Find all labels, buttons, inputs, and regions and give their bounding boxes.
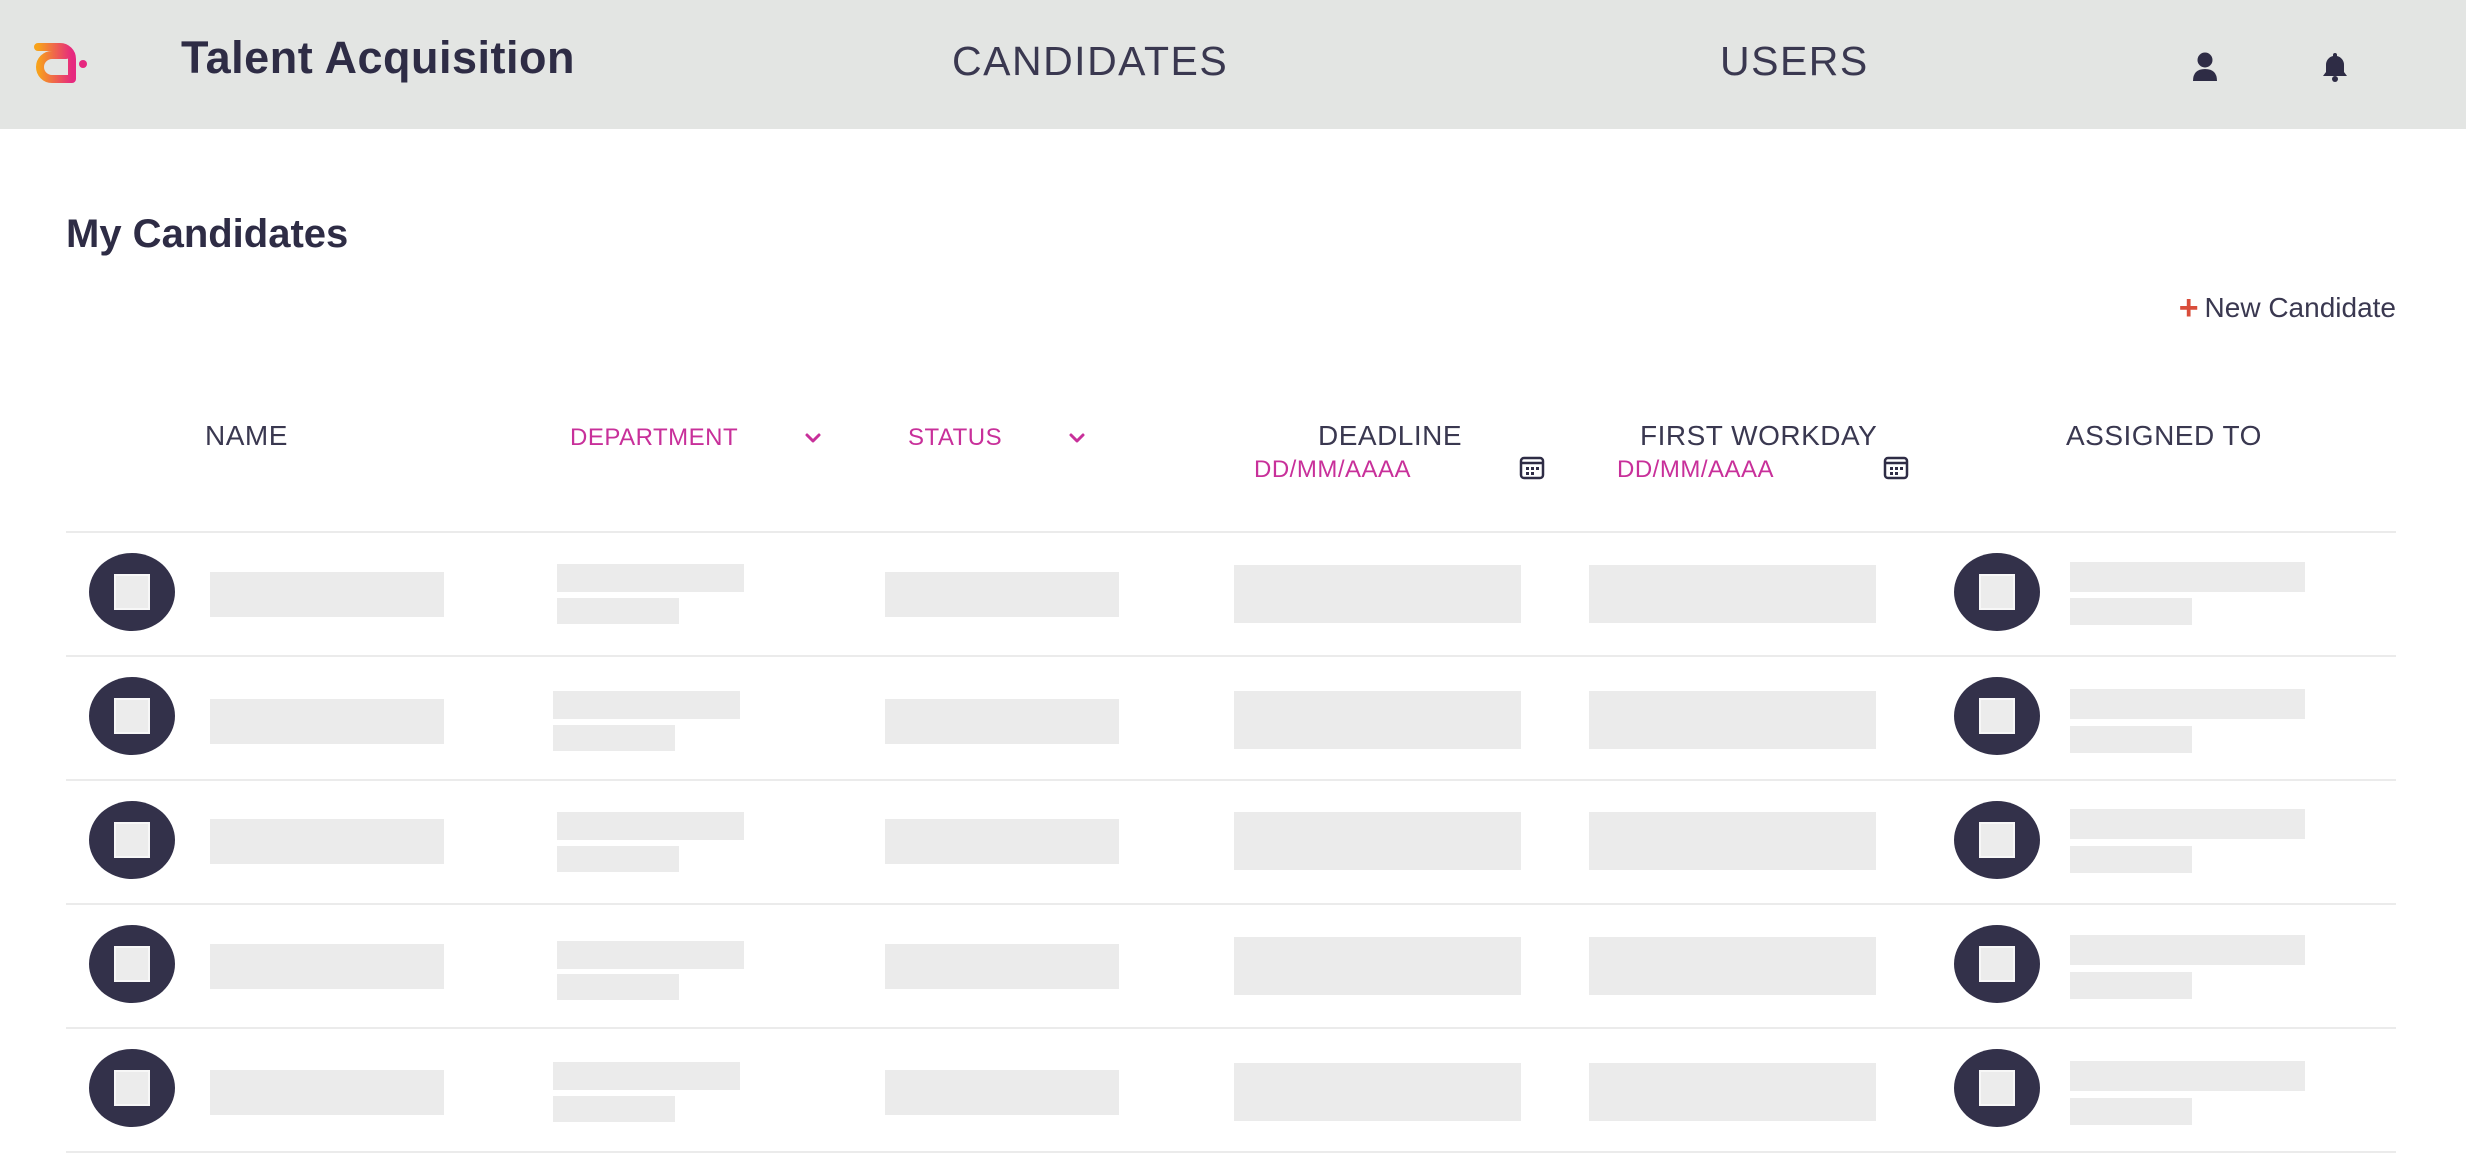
deadline-placeholder	[1234, 565, 1521, 623]
department-placeholder	[553, 1062, 740, 1090]
assignee-placeholder	[2070, 846, 2192, 873]
name-placeholder	[210, 699, 444, 744]
avatar	[89, 1049, 175, 1127]
status-placeholder	[885, 1070, 1119, 1115]
deadline-date-input[interactable]	[1254, 456, 1494, 484]
app-title: Talent Acquisition	[181, 32, 576, 83]
logo-icon[interactable]	[30, 35, 90, 85]
avatar	[89, 801, 175, 879]
assignee-placeholder	[2070, 935, 2305, 965]
bell-icon[interactable]	[2320, 50, 2350, 84]
department-placeholder	[553, 691, 740, 719]
assignee-placeholder	[2070, 972, 2192, 999]
plus-icon: +	[2178, 289, 2199, 327]
first-workday-placeholder	[1589, 937, 1876, 995]
assignee-avatar	[1954, 925, 2040, 1003]
avatar	[89, 553, 175, 631]
table-divider	[66, 1151, 2396, 1153]
table-row[interactable]	[0, 535, 2466, 659]
status-placeholder	[885, 944, 1119, 989]
first-workday-placeholder	[1589, 1063, 1876, 1121]
table-divider	[66, 903, 2396, 905]
department-filter-label: DEPARTMENT	[570, 424, 739, 451]
status-filter-label: STATUS	[908, 424, 1003, 451]
deadline-placeholder	[1234, 1063, 1521, 1121]
assignee-avatar	[1954, 801, 2040, 879]
assignee-placeholder	[2070, 689, 2305, 719]
nav-users[interactable]: USERS	[1720, 38, 1869, 85]
first-workday-date-input[interactable]	[1617, 456, 1857, 484]
department-placeholder	[557, 598, 679, 624]
department-placeholder	[553, 725, 675, 751]
assignee-avatar	[1954, 1049, 2040, 1127]
first-workday-placeholder	[1589, 691, 1876, 749]
table-divider	[66, 1027, 2396, 1029]
name-placeholder	[210, 572, 444, 617]
column-header-deadline: DEADLINE	[1318, 420, 1463, 451]
column-header-name: NAME	[205, 420, 288, 451]
department-filter[interactable]: DEPARTMENT	[570, 424, 822, 452]
assignee-avatar	[1954, 553, 2040, 631]
calendar-icon[interactable]	[1519, 455, 1545, 481]
assignee-placeholder	[2070, 562, 2305, 592]
page-title: My Candidates	[66, 212, 349, 256]
deadline-placeholder	[1234, 937, 1521, 995]
assignee-avatar	[1954, 677, 2040, 755]
status-placeholder	[885, 819, 1119, 864]
status-filter[interactable]: STATUS	[908, 424, 1086, 452]
first-workday-placeholder	[1589, 812, 1876, 870]
assignee-placeholder	[2070, 809, 2305, 839]
status-placeholder	[885, 699, 1119, 744]
new-candidate-button[interactable]: + New Candidate	[2178, 289, 2396, 327]
column-header-assigned-to: ASSIGNED TO	[2066, 420, 2262, 451]
department-placeholder	[557, 812, 744, 840]
assignee-placeholder	[2070, 1098, 2192, 1125]
department-placeholder	[557, 974, 679, 1000]
chevron-down-icon	[805, 433, 821, 443]
nav-candidates[interactable]: CANDIDATES	[952, 38, 1228, 85]
department-placeholder	[557, 564, 744, 592]
calendar-icon[interactable]	[1883, 455, 1909, 481]
table-row[interactable]	[0, 1031, 2466, 1155]
column-header-first-workday: FIRST WORKDAY	[1640, 420, 1878, 451]
chevron-down-icon	[1069, 433, 1085, 443]
table-row[interactable]	[0, 659, 2466, 783]
name-placeholder	[210, 1070, 444, 1115]
status-placeholder	[885, 572, 1119, 617]
table-divider	[66, 655, 2396, 657]
assignee-placeholder	[2070, 598, 2192, 625]
table-row[interactable]	[0, 907, 2466, 1031]
user-icon[interactable]	[2190, 50, 2220, 84]
avatar	[89, 677, 175, 755]
assignee-placeholder	[2070, 726, 2192, 753]
name-placeholder	[210, 819, 444, 864]
top-bar: Talent Acquisition CANDIDATES USERS	[0, 0, 2466, 129]
department-placeholder	[553, 1096, 675, 1122]
new-candidate-label: New Candidate	[2204, 292, 2396, 323]
first-workday-placeholder	[1589, 565, 1876, 623]
name-placeholder	[210, 944, 444, 989]
department-placeholder	[557, 941, 744, 969]
table-divider	[66, 531, 2396, 533]
deadline-placeholder	[1234, 812, 1521, 870]
table-row[interactable]	[0, 783, 2466, 907]
avatar	[89, 925, 175, 1003]
assignee-placeholder	[2070, 1061, 2305, 1091]
table-divider	[66, 779, 2396, 781]
deadline-placeholder	[1234, 691, 1521, 749]
department-placeholder	[557, 846, 679, 872]
